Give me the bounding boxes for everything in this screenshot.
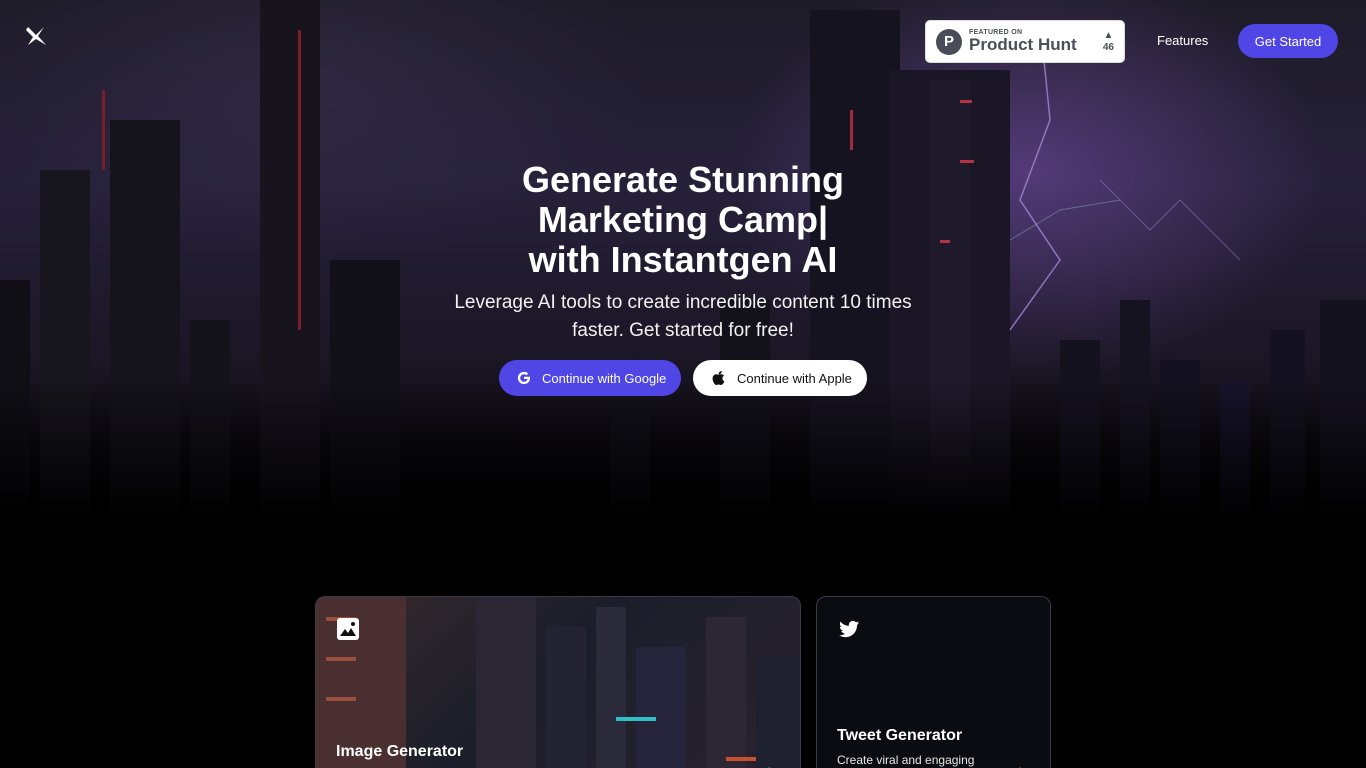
bolt-x-logo-icon[interactable] <box>24 24 48 48</box>
tweet-generator-arrow-icon: › <box>1019 761 1024 768</box>
tweet-generator-title: Tweet Generator <box>837 727 963 744</box>
hero-headline-line-2: Marketing Camp| <box>537 199 829 240</box>
image-icon <box>336 617 360 641</box>
image-generator-card[interactable]: Image Generator › <box>315 596 801 768</box>
product-hunt-name: Product Hunt <box>969 35 1077 54</box>
nav-features-link[interactable]: Features <box>1157 33 1208 48</box>
hero-fade <box>0 380 1366 520</box>
get-started-button[interactable]: Get Started <box>1238 24 1338 58</box>
hero-headline-line-3: with Instantgen AI <box>528 239 838 280</box>
hero-headline: Generate Stunning Marketing Camp| with I… <box>383 160 983 280</box>
twitter-icon <box>837 617 861 641</box>
upvote-arrow-icon: ▲ <box>1103 30 1114 41</box>
continue-with-apple-button[interactable]: Continue with Apple <box>693 360 867 396</box>
product-hunt-logo-icon: P <box>936 28 962 55</box>
product-hunt-vote-count: 46 <box>1102 42 1114 53</box>
continue-with-google-button[interactable]: Continue with Google <box>499 360 681 396</box>
hero-headline-line-1: Generate Stunning <box>521 159 845 200</box>
continue-with-apple-label: Continue with Apple <box>737 370 852 386</box>
product-hunt-badge[interactable]: P FEATURED ON Product Hunt ▲ 46 <box>925 20 1125 63</box>
apple-icon <box>711 370 727 386</box>
tweet-generator-description: Create viral and engaging <box>837 753 975 767</box>
google-icon <box>516 370 532 386</box>
tweet-generator-card[interactable]: Tweet Generator Create viral and engagin… <box>816 596 1051 768</box>
continue-with-google-label: Continue with Google <box>542 370 667 386</box>
image-generator-title: Image Generator <box>336 743 464 760</box>
hero-subtext: Leverage AI tools to create incredible c… <box>454 292 912 341</box>
image-generator-arrow-icon: › <box>768 761 773 768</box>
